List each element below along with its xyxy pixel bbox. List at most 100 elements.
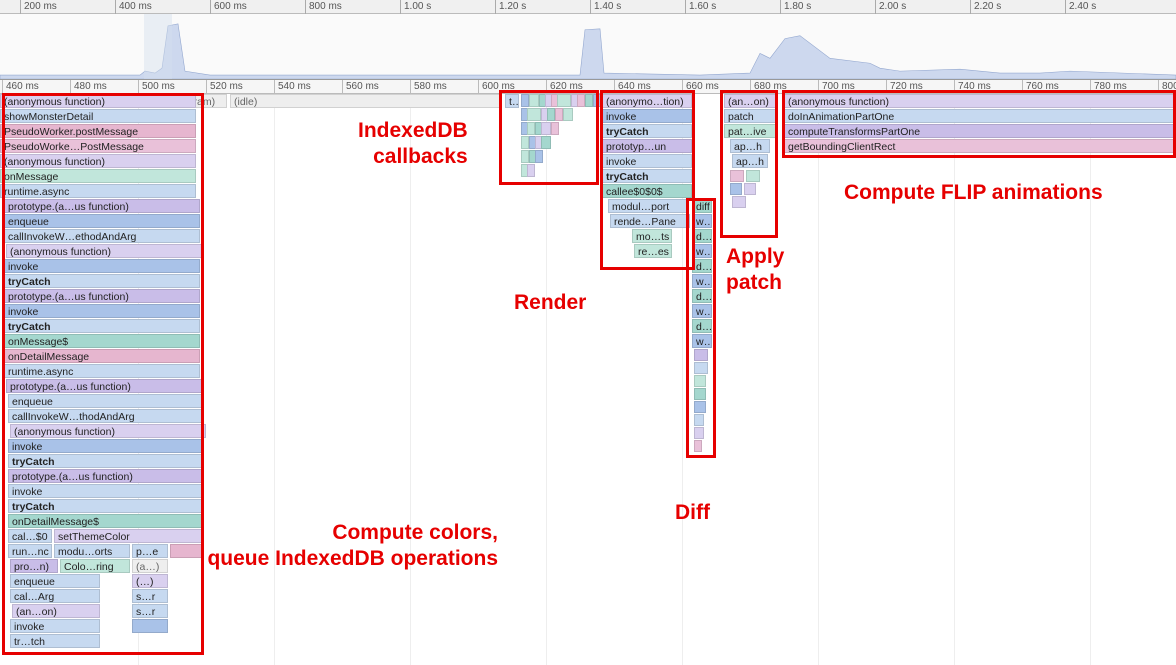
flame-frame[interactable]: w…: [692, 214, 712, 228]
flame-frame[interactable]: [535, 150, 543, 163]
flame-frame[interactable]: [551, 122, 559, 135]
flame-frame[interactable]: prototype.(a…us function): [4, 199, 200, 213]
flame-frame[interactable]: [694, 401, 706, 413]
flame-frame[interactable]: computeTransformsPartOne: [784, 124, 1174, 138]
flame-frame-idle[interactable]: (idle): [230, 94, 500, 108]
flame-frame[interactable]: tryCatch: [8, 499, 204, 513]
flame-frame[interactable]: w…: [692, 274, 712, 288]
flame-frame[interactable]: prototype.(a…us function): [4, 289, 200, 303]
flame-frame[interactable]: [732, 196, 746, 208]
flame-frame[interactable]: invoke: [602, 109, 692, 123]
flame-frame[interactable]: rende…Pane: [610, 214, 690, 228]
flame-frame[interactable]: [555, 108, 563, 121]
flame-frame[interactable]: onMessage: [0, 169, 196, 183]
flame-frame[interactable]: (…): [132, 574, 168, 588]
time-ruler-overview[interactable]: 200 ms 400 ms 600 ms 800 ms 1.00 s 1.20 …: [0, 0, 1176, 14]
flame-frame[interactable]: (an…on): [12, 604, 100, 618]
flame-frame[interactable]: enqueue: [4, 214, 200, 228]
flame-frame[interactable]: PseudoWorker.postMessage: [0, 124, 196, 138]
flame-frame[interactable]: onMessage$: [4, 334, 200, 348]
flame-frame[interactable]: patch: [724, 109, 776, 123]
flame-frame[interactable]: [694, 440, 702, 452]
flame-frame[interactable]: [521, 136, 529, 149]
flame-frame[interactable]: (anonymous function): [10, 424, 206, 438]
flame-frame[interactable]: cal…$0: [8, 529, 52, 543]
flame-frame[interactable]: (anonymo…tion): [602, 94, 692, 108]
flame-frame[interactable]: (anonymous function): [784, 94, 1174, 108]
flame-frame[interactable]: w…: [692, 304, 712, 318]
flame-frame[interactable]: (anonymous function): [0, 154, 196, 168]
flame-frame[interactable]: [746, 170, 760, 182]
flame-frame[interactable]: runtime.async: [0, 184, 196, 198]
flame-frame[interactable]: prototype.(a…us function): [6, 379, 202, 393]
flame-frame[interactable]: t…: [505, 94, 519, 108]
flame-frame[interactable]: run…nc: [8, 544, 52, 558]
flame-frame[interactable]: invoke: [10, 619, 100, 633]
flame-frame[interactable]: d…: [692, 259, 712, 273]
flame-frame[interactable]: [730, 183, 742, 195]
flame-frame[interactable]: (anonymous function): [0, 94, 196, 108]
flame-frame[interactable]: [585, 94, 593, 107]
flame-frame[interactable]: [521, 150, 529, 163]
flame-frame[interactable]: prototyp…un: [602, 139, 692, 153]
flame-frame[interactable]: getBoundingClientRect: [784, 139, 1174, 153]
flame-frame[interactable]: re…es: [634, 244, 672, 258]
flame-frame[interactable]: Colo…ring: [60, 559, 130, 573]
flame-frame[interactable]: tryCatch: [4, 274, 200, 288]
flame-frame[interactable]: callInvokeW…ethodAndArg: [4, 229, 200, 243]
flame-frame[interactable]: invoke: [8, 484, 204, 498]
flame-frame[interactable]: [521, 94, 529, 107]
flame-frame[interactable]: w…: [692, 244, 712, 258]
flame-frame[interactable]: pat…ive: [724, 124, 776, 138]
flame-frame[interactable]: onDetailMessage$: [8, 514, 204, 528]
flame-frame[interactable]: w…: [692, 334, 712, 348]
flame-frame[interactable]: [694, 414, 704, 426]
flame-frame[interactable]: tryCatch: [602, 124, 692, 138]
flame-frame[interactable]: (an…on): [724, 94, 776, 108]
flame-frame[interactable]: pro…n): [10, 559, 58, 573]
flame-frame[interactable]: PseudoWorke…PostMessage: [0, 139, 196, 153]
flame-frame[interactable]: [694, 375, 706, 387]
flame-frame[interactable]: [557, 94, 571, 107]
flame-frame[interactable]: [694, 349, 708, 361]
flame-frame[interactable]: diff: [692, 199, 712, 213]
flame-frame[interactable]: invoke: [602, 154, 692, 168]
flame-frame[interactable]: mo…ts: [632, 229, 672, 243]
flame-frame[interactable]: s…r: [132, 604, 168, 618]
flame-frame[interactable]: tr…tch: [10, 634, 100, 648]
flame-frame[interactable]: d…: [692, 229, 712, 243]
flame-frame[interactable]: [527, 164, 535, 177]
flame-frame[interactable]: [132, 619, 168, 633]
flame-frame[interactable]: [547, 108, 555, 121]
flame-frame[interactable]: enqueue: [10, 574, 100, 588]
flame-frame[interactable]: doInAnimationPartOne: [784, 109, 1174, 123]
flame-frame[interactable]: modul…port: [608, 199, 688, 213]
flame-frame[interactable]: [170, 544, 204, 558]
flame-frame[interactable]: (anonymous function): [6, 244, 202, 258]
flame-frame[interactable]: [529, 94, 539, 107]
flame-frame[interactable]: [527, 122, 535, 135]
flame-frame[interactable]: [541, 136, 551, 149]
flame-frame[interactable]: [527, 108, 541, 121]
flame-frame[interactable]: callee$0$0$: [602, 184, 692, 198]
flame-frame[interactable]: setThemeColor: [54, 529, 204, 543]
flame-frame[interactable]: enqueue: [8, 394, 204, 408]
flame-frame[interactable]: invoke: [4, 304, 200, 318]
flame-frame[interactable]: [694, 362, 708, 374]
flame-frame[interactable]: d…: [692, 319, 712, 333]
flame-frame[interactable]: tryCatch: [8, 454, 204, 468]
flame-frame[interactable]: showMonsterDetail: [0, 109, 196, 123]
flame-frame[interactable]: [694, 427, 704, 439]
flame-frame[interactable]: ap…h: [730, 139, 770, 153]
flame-frame[interactable]: ap…h: [732, 154, 768, 168]
flame-frame[interactable]: [730, 170, 744, 182]
flame-frame[interactable]: [563, 108, 573, 121]
flame-frame[interactable]: [694, 388, 706, 400]
flame-frame[interactable]: cal…Arg: [10, 589, 100, 603]
flame-frame[interactable]: p…e: [132, 544, 168, 558]
flame-frame[interactable]: modu…orts: [54, 544, 130, 558]
flame-frame[interactable]: (a…): [132, 559, 168, 573]
flame-frame[interactable]: callInvokeW…thodAndArg: [8, 409, 204, 423]
time-ruler-detail[interactable]: 460 ms 480 ms 500 ms 520 ms 540 ms 560 m…: [0, 80, 1176, 94]
flame-frame[interactable]: onDetailMessage: [4, 349, 200, 363]
